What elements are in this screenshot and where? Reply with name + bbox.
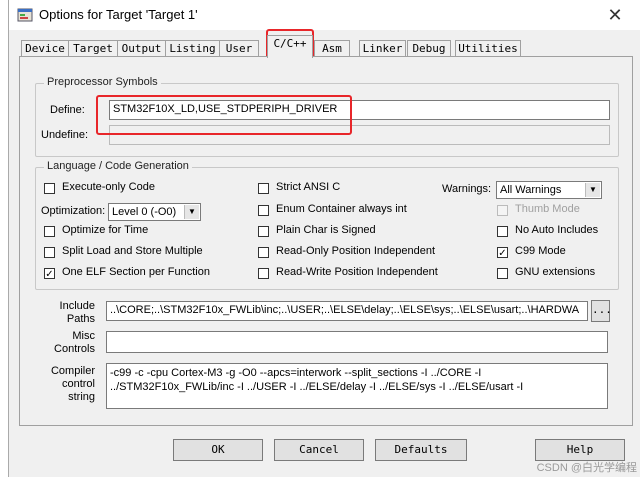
ro-pi-checkbox[interactable]	[258, 247, 269, 258]
one-elf-label: One ELF Section per Function	[62, 266, 210, 278]
thumb-mode-label: Thumb Mode	[515, 203, 580, 215]
ro-pi-label: Read-Only Position Independent	[276, 245, 435, 257]
include-label-line2: Paths	[66, 313, 95, 325]
optimize-time-checkbox[interactable]	[44, 226, 55, 237]
define-label: Define:	[50, 104, 85, 116]
compiler-label-line2: control	[61, 378, 95, 390]
enum-container-checkbox[interactable]	[258, 205, 269, 216]
warnings-label: Warnings:	[442, 183, 492, 195]
compiler-control-string: -c99 -c -cpu Cortex-M3 -g -O0 --apcs=int…	[106, 363, 608, 409]
cancel-button[interactable]: Cancel	[274, 439, 364, 461]
execute-only-checkbox[interactable]	[44, 183, 55, 194]
rw-pi-label: Read-Write Position Independent	[276, 266, 438, 278]
thumb-mode-checkbox[interactable]	[497, 205, 508, 216]
compiler-label-line1: Compiler	[50, 365, 95, 377]
options-window-icon	[17, 8, 33, 22]
execute-only-label: Execute-only Code	[62, 181, 155, 193]
strict-ansi-checkbox[interactable]	[258, 183, 269, 194]
misc-controls-label: Misc Controls	[47, 330, 95, 356]
misc-label-line1: Misc	[72, 330, 95, 342]
warnings-value: All Warnings	[500, 184, 562, 196]
enum-container-label: Enum Container always int	[276, 203, 407, 215]
misc-controls-field[interactable]	[106, 331, 608, 353]
misc-label-line2: Controls	[54, 343, 95, 355]
include-paths-label: Include Paths	[57, 300, 95, 326]
cc-tab-panel: Preprocessor Symbols Define: STM32F10X_L…	[19, 56, 633, 426]
c99-mode-checkbox[interactable]: ✓	[497, 247, 508, 259]
compiler-line-1: -c99 -c -cpu Cortex-M3 -g -O0 --apcs=int…	[110, 367, 482, 379]
optimization-label: Optimization:	[41, 205, 106, 217]
optimize-time-label: Optimize for Time	[62, 224, 149, 236]
window-title: Options for Target 'Target 1'	[39, 7, 198, 22]
watermark: CSDN @白光学编程	[536, 462, 637, 474]
defaults-button[interactable]: Defaults	[375, 439, 467, 461]
language-group: Language / Code Generation Execute-only …	[35, 160, 619, 290]
language-group-label: Language / Code Generation	[44, 160, 192, 172]
preprocessor-group-label: Preprocessor Symbols	[44, 76, 161, 88]
undefine-label: Undefine:	[41, 129, 89, 141]
compiler-line-2: ../STM32F10x_FWLib/inc -I ../USER -I ../…	[110, 381, 524, 393]
split-load-checkbox[interactable]	[44, 247, 55, 258]
compiler-label-line3: string	[68, 391, 95, 403]
include-browse-button[interactable]: ...	[591, 300, 612, 322]
title-bar[interactable]: Options for Target 'Target 1' ✕	[9, 0, 640, 30]
chevron-down-icon: ▼	[585, 183, 600, 197]
chevron-down-icon: ▼	[184, 205, 199, 219]
c99-mode-label: C99 Mode	[515, 245, 566, 257]
optimization-select[interactable]: Level 0 (-O0) ▼	[108, 203, 201, 221]
one-elf-checkbox[interactable]: ✓	[44, 268, 55, 280]
ok-button[interactable]: OK	[173, 439, 263, 461]
plain-char-checkbox[interactable]	[258, 226, 269, 237]
options-dialog: Options for Target 'Target 1' ✕ Device T…	[8, 0, 640, 477]
strict-ansi-label: Strict ANSI C	[276, 181, 341, 193]
include-paths-field[interactable]: ..\CORE;..\STM32F10x_FWLib\inc;..\USER;.…	[106, 301, 588, 321]
background-editor-strip	[0, 0, 8, 477]
plain-char-label: Plain Char is Signed	[276, 224, 376, 236]
help-button[interactable]: Help	[535, 439, 625, 461]
no-auto-includes-label: No Auto Includes	[515, 224, 599, 236]
split-load-label: Split Load and Store Multiple	[62, 245, 203, 257]
gnu-ext-checkbox[interactable]	[497, 268, 508, 279]
define-highlight-box	[96, 95, 352, 135]
include-label-line1: Include	[59, 300, 95, 312]
compiler-control-label: Compiler control string	[47, 365, 95, 404]
close-icon[interactable]: ✕	[603, 4, 627, 26]
gnu-ext-label: GNU extensions	[515, 266, 596, 278]
rw-pi-checkbox[interactable]	[258, 268, 269, 279]
warnings-select[interactable]: All Warnings ▼	[496, 181, 602, 199]
no-auto-includes-checkbox[interactable]	[497, 226, 508, 237]
optimization-value: Level 0 (-O0)	[112, 206, 177, 218]
tab-cc[interactable]: C/C++	[267, 35, 313, 58]
